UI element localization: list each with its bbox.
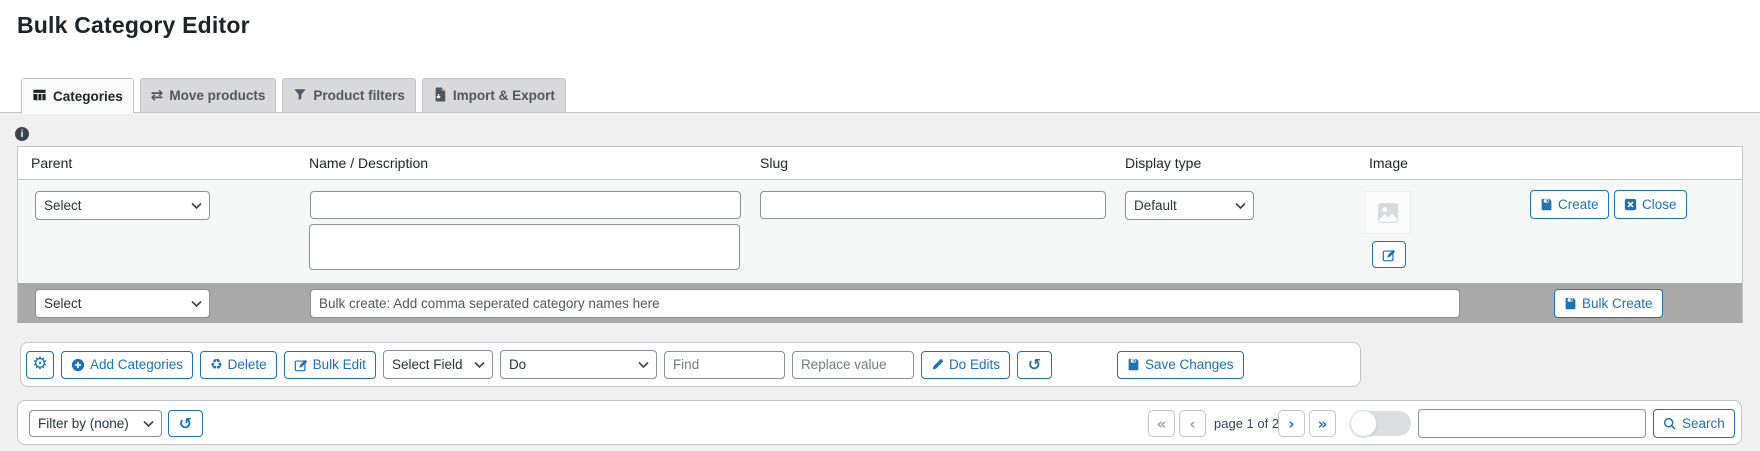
delete-button[interactable]: ♻ Delete <box>200 350 277 379</box>
description-textarea[interactable] <box>309 224 740 270</box>
filter-by-dropdown[interactable]: Filter by (none) <box>29 410 162 437</box>
name-input[interactable] <box>310 191 741 219</box>
tab-import-export[interactable]: Import & Export <box>421 78 566 113</box>
tab-label: Import & Export <box>452 88 555 103</box>
tab-move-products[interactable]: ⇄ Move products <box>139 78 277 113</box>
image-placeholder[interactable] <box>1364 191 1411 234</box>
column-header-display: Display type <box>1125 155 1202 171</box>
find-input[interactable] <box>663 350 785 379</box>
search-icon <box>1663 417 1676 430</box>
bulk-create-button[interactable]: Bulk Create <box>1554 289 1663 318</box>
search-button[interactable]: Search <box>1653 409 1735 438</box>
next-page-button[interactable]: › <box>1278 410 1305 437</box>
bulk-edit-button[interactable]: Bulk Edit <box>283 350 376 379</box>
bulk-create-row: Select Bulk Create <box>18 283 1742 323</box>
bulk-create-input[interactable] <box>310 289 1460 318</box>
undo-edits-button[interactable]: ↺ <box>1016 350 1052 379</box>
add-categories-button[interactable]: Add Categories <box>61 350 194 379</box>
category-table: Parent Name / Description Slug Display t… <box>17 146 1743 323</box>
undo-icon: ↺ <box>1027 354 1042 374</box>
pencil-square-icon <box>1382 249 1396 261</box>
close-button-label: Close <box>1642 197 1677 212</box>
select-field-dropdown[interactable]: Select Field <box>382 350 493 379</box>
do-edits-button[interactable]: Do Edits <box>920 350 1010 379</box>
info-icon[interactable]: i <box>15 127 29 141</box>
column-header-slug: Slug <box>760 155 789 171</box>
funnel-icon <box>293 87 307 104</box>
tab-bar: Categories ⇄ Move products Product filte… <box>21 78 566 114</box>
table-header-row: Parent Name / Description Slug Display t… <box>18 147 1742 180</box>
create-button[interactable]: Create <box>1530 190 1609 219</box>
delete-label: Delete <box>227 357 267 372</box>
do-edits-label: Do Edits <box>948 357 1000 372</box>
undo-icon: ↺ <box>178 413 193 433</box>
search-input[interactable] <box>1418 409 1646 438</box>
create-button-label: Create <box>1558 197 1599 212</box>
pencil-square-icon <box>294 359 307 371</box>
add-categories-label: Add Categories <box>90 357 184 372</box>
tab-label: Categories <box>53 88 123 104</box>
bulk-edit-label: Bulk Edit <box>312 357 366 372</box>
toolbar-panel: ⚙ Add Categories ♻ Delete Bulk Edit Sele… <box>20 342 1361 387</box>
import-export-icon <box>433 87 447 105</box>
table-row: Select Default Create Close <box>18 180 1742 283</box>
bulk-create-button-label: Bulk Create <box>1582 296 1653 311</box>
table-icon <box>32 88 47 105</box>
edit-image-button[interactable] <box>1372 241 1406 268</box>
parent-select[interactable]: Select <box>35 191 210 220</box>
save-changes-label: Save Changes <box>1144 357 1234 372</box>
tab-label: Move products <box>169 88 266 103</box>
tab-label: Product filters <box>313 88 405 103</box>
display-type-select[interactable]: Default <box>1125 191 1254 220</box>
column-header-parent: Parent <box>31 155 73 171</box>
search-mode-toggle[interactable] <box>1350 410 1411 437</box>
save-icon <box>1565 297 1576 310</box>
pencil-icon <box>932 359 944 370</box>
page-header: Bulk Category Editor Categories ⇄ Move p… <box>0 0 1760 114</box>
bulk-category-editor-page: Bulk Category Editor Categories ⇄ Move p… <box>0 0 1760 451</box>
save-changes-button[interactable]: Save Changes <box>1116 350 1244 379</box>
recycle-icon: ♻ <box>210 356 223 373</box>
close-button[interactable]: Close <box>1614 190 1687 219</box>
save-icon <box>1541 198 1552 211</box>
bulk-parent-select[interactable]: Select <box>35 289 210 318</box>
column-header-image: Image <box>1369 155 1408 171</box>
do-action-dropdown[interactable]: Do <box>499 350 657 379</box>
save-icon <box>1128 358 1139 371</box>
page-title: Bulk Category Editor <box>17 12 250 38</box>
move-icon: ⇄ <box>150 86 164 104</box>
close-icon <box>1624 198 1637 211</box>
toggle-knob <box>1350 410 1377 437</box>
settings-button[interactable]: ⚙ <box>26 350 54 379</box>
first-page-button[interactable]: « <box>1148 410 1175 437</box>
replace-value-input[interactable] <box>791 350 914 379</box>
plus-circle-icon <box>71 358 85 371</box>
footer-panel: Filter by (none) ↺ « ‹ page 1 of 2 › » S… <box>17 400 1742 445</box>
gear-icon: ⚙ <box>32 354 48 374</box>
last-page-button[interactable]: » <box>1309 410 1336 437</box>
picture-icon <box>1377 202 1398 223</box>
slug-input[interactable] <box>760 191 1106 219</box>
tab-categories[interactable]: Categories <box>21 78 134 114</box>
column-header-name: Name / Description <box>309 155 429 171</box>
search-button-label: Search <box>1682 416 1725 431</box>
page-indicator: page 1 of 2 <box>1214 416 1280 431</box>
reset-filter-button[interactable]: ↺ <box>168 410 203 437</box>
previous-page-button[interactable]: ‹ <box>1179 410 1206 437</box>
tab-product-filters[interactable]: Product filters <box>282 78 416 113</box>
